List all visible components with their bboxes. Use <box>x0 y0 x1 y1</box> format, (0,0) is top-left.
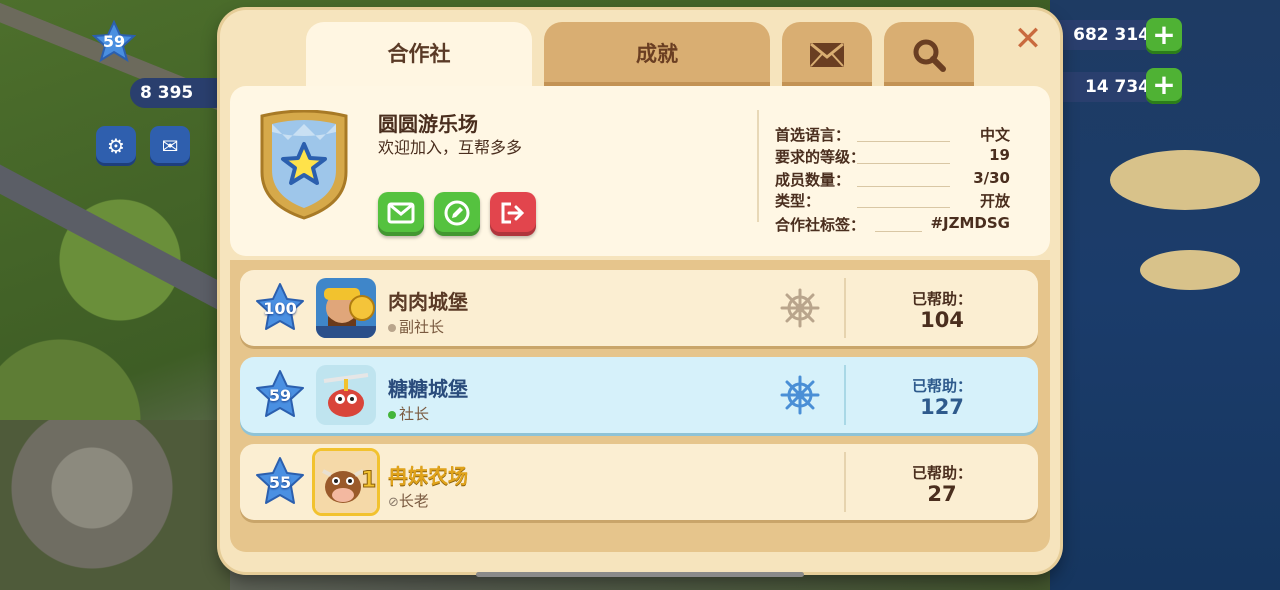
tab-search[interactable] <box>884 22 974 86</box>
info-club-tag: 合作社标签： #JZMDSG <box>775 214 1010 236</box>
gems-value: 14 734 <box>1084 77 1150 97</box>
status-dot <box>388 323 396 332</box>
member-list: 100 肉肉城堡 副社长 已帮助： 104 59 糖糖城堡 社长 已帮助： 12… <box>230 260 1050 552</box>
info-value: 开放 <box>979 192 1010 210</box>
info-divider <box>757 110 759 222</box>
info-key: 合作社标签： <box>775 216 866 234</box>
mail-button[interactable]: ✉ <box>150 126 190 166</box>
info-key: 类型： <box>775 192 821 210</box>
info-value: 3/30 <box>973 169 1010 187</box>
helped-count: 27 <box>927 482 957 506</box>
club-panel: 合作社 成就 ✕ 圆圆游乐场 欢迎加入，互帮多多 首选语言： 中文 要求的等级：… <box>220 10 1060 572</box>
helm-icon[interactable] <box>780 375 820 415</box>
member-name: 肉肉城堡 <box>388 290 468 314</box>
info-type: 类型： 开放 <box>775 190 1010 212</box>
search-icon <box>913 39 946 72</box>
member-name: 冉妹农场 <box>388 464 468 488</box>
member-row[interactable]: 55 1 冉妹农场 ⊘长老 已帮助： 27 <box>240 444 1038 520</box>
info-key: 要求的等级： <box>775 148 866 166</box>
info-required-level: 要求的等级： 19 <box>775 146 1010 168</box>
member-level: 59 <box>268 386 292 405</box>
member-level-star-icon: 55 <box>254 456 306 508</box>
helped-count: 127 <box>920 395 964 419</box>
add-gems-button[interactable]: + <box>1146 68 1182 104</box>
hud-level: 59 <box>102 32 126 51</box>
add-coins-button[interactable]: + <box>1146 18 1182 54</box>
rock-cliffs <box>0 420 230 590</box>
info-key: 首选语言： <box>775 126 851 144</box>
tab-achievements-label: 成就 <box>636 42 678 66</box>
member-role-label: 社长 <box>399 405 430 423</box>
leave-club-button[interactable] <box>490 192 536 236</box>
population-counter: 8 395 <box>130 78 230 108</box>
club-name: 圆圆游乐场 <box>378 112 478 136</box>
svg-text:1: 1 <box>361 468 376 493</box>
member-level: 100 <box>263 299 297 318</box>
member-row[interactable]: 100 肉肉城堡 副社长 已帮助： 104 <box>240 270 1038 346</box>
info-value: 中文 <box>979 126 1010 144</box>
info-value: 19 <box>989 146 1010 164</box>
coins-value: 682 314 <box>1073 25 1150 45</box>
tab-mail[interactable] <box>782 22 872 86</box>
info-key: 成员数量： <box>775 171 851 189</box>
member-level-star-icon: 100 <box>254 282 306 334</box>
club-chat-button[interactable] <box>378 192 424 236</box>
tab-achievements[interactable]: 成就 <box>544 22 770 86</box>
status-dot <box>388 410 396 419</box>
member-role-label: 副社长 <box>399 318 445 336</box>
member-avatar <box>316 278 376 338</box>
member-role: ⊘长老 <box>388 490 429 511</box>
envelope-icon <box>810 42 844 67</box>
club-emblem-icon <box>260 110 348 220</box>
envelope-icon <box>387 202 415 224</box>
info-value: #JZMDSG <box>930 214 1010 232</box>
island <box>1140 250 1240 290</box>
tab-club-label: 合作社 <box>387 42 451 66</box>
close-button[interactable]: ✕ <box>1012 22 1044 56</box>
club-header: 圆圆游乐场 欢迎加入，互帮多多 首选语言： 中文 要求的等级： 19 成员数量：… <box>230 86 1050 256</box>
member-name: 糖糖城堡 <box>388 377 468 401</box>
helped-label: 已帮助： <box>911 377 972 395</box>
member-level-star-icon: 59 <box>254 369 306 421</box>
helm-icon[interactable] <box>780 288 820 328</box>
info-language: 首选语言： 中文 <box>775 124 1010 146</box>
home-indicator <box>476 572 804 577</box>
island <box>1110 150 1260 210</box>
settings-button[interactable]: ⚙ <box>96 126 136 166</box>
member-avatar <box>316 365 376 425</box>
member-role: 社长 <box>388 403 429 424</box>
exit-icon <box>501 202 525 224</box>
level-star-icon: 59 <box>92 20 136 64</box>
member-level: 55 <box>268 473 292 492</box>
helped-count: 104 <box>920 308 964 332</box>
info-member-count: 成员数量： 3/30 <box>775 169 1010 191</box>
member-avatar: 1 <box>312 448 380 516</box>
member-role: 副社长 <box>388 316 444 337</box>
population-value: 8 395 <box>140 83 194 103</box>
tab-club[interactable]: 合作社 <box>306 22 532 86</box>
pencil-icon <box>444 200 470 226</box>
club-description: 欢迎加入，互帮多多 <box>378 138 523 157</box>
ban-icon: ⊘ <box>388 495 399 510</box>
helped-label: 已帮助： <box>911 464 972 482</box>
member-role-label: 长老 <box>398 492 429 510</box>
helped-label: 已帮助： <box>911 290 972 308</box>
member-row[interactable]: 59 糖糖城堡 社长 已帮助： 127 <box>240 357 1038 433</box>
edit-club-button[interactable] <box>434 192 480 236</box>
